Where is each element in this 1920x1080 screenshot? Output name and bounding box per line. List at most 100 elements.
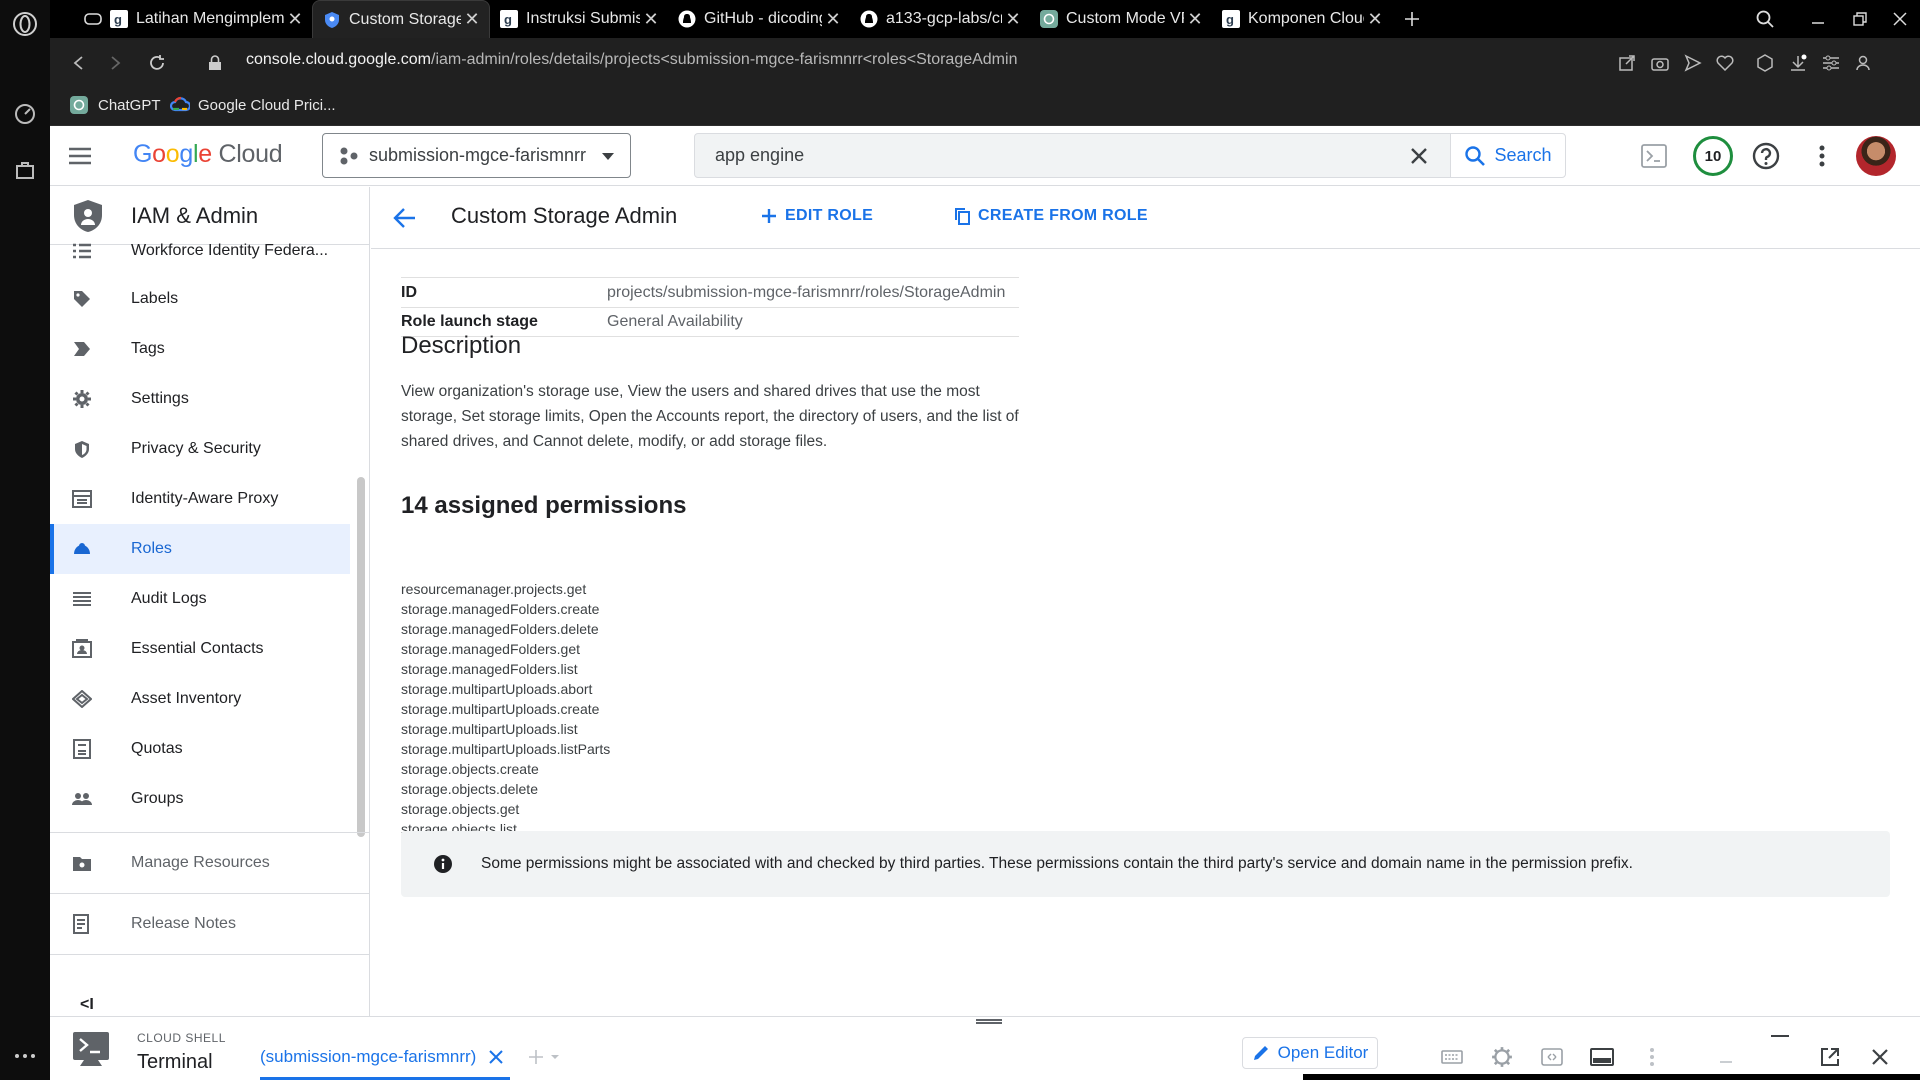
sidebar-item-quotas[interactable]: Quotas	[50, 724, 350, 774]
sidebar-item-workforce-identity[interactable]: Workforce Identity Federa...	[50, 233, 350, 269]
project-selector[interactable]: submission-mgce-farismnrr	[322, 133, 631, 178]
sidebar-item-tags[interactable]: Tags	[50, 324, 350, 374]
sidebar-item-labels[interactable]: Labels	[50, 274, 350, 324]
download-icon[interactable]	[1785, 50, 1811, 76]
address-bar: console.cloud.google.com/iam-admin/roles…	[50, 38, 1920, 88]
google-cloud-logo[interactable]: Google Cloud	[133, 140, 283, 169]
more-vert-icon[interactable]	[1807, 141, 1837, 171]
sidebar-item-privacy-security[interactable]: Privacy & Security	[50, 424, 350, 474]
add-session-icon[interactable]	[528, 1049, 550, 1071]
minimize-window-icon[interactable]	[1798, 0, 1838, 38]
cloud-shell-bar: CLOUD SHELL Terminal (submission-mgce-fa…	[50, 1016, 1920, 1080]
close-tab-icon[interactable]: ✕	[1184, 9, 1206, 30]
close-tab-icon[interactable]: ✕	[822, 9, 844, 30]
share-icon[interactable]	[1614, 50, 1640, 76]
close-tab-icon[interactable]: ✕	[284, 9, 306, 30]
contact-icon	[70, 637, 94, 661]
forward-icon[interactable]	[100, 48, 130, 78]
info-icon	[433, 854, 453, 874]
dicoding-icon: g	[110, 10, 128, 28]
avatar[interactable]	[1856, 136, 1896, 176]
sidebar-item-audit-logs[interactable]: Audit Logs	[50, 574, 350, 624]
layout-icon[interactable]	[1589, 1045, 1615, 1069]
close-tab-icon[interactable]: ✕	[1002, 9, 1024, 30]
copy-icon	[955, 208, 970, 225]
logo-letter: o	[152, 140, 166, 168]
close-tab-icon[interactable]: ✕	[640, 9, 662, 30]
close-tab-icon[interactable]: ✕	[1364, 9, 1386, 30]
session-dropdown-icon[interactable]	[550, 1049, 572, 1071]
manage-resources-link[interactable]: Manage Resources	[50, 834, 370, 892]
keyboard-icon[interactable]	[1439, 1045, 1465, 1069]
tab-custom-mode-vpc[interactable]: Custom Mode VPC Net ✕	[1030, 0, 1212, 38]
sidebar-item-settings[interactable]: Settings	[50, 374, 350, 424]
tab-github-dicoding[interactable]: GitHub - dicodingacad ✕	[668, 0, 850, 38]
url-field[interactable]: console.cloud.google.com/iam-admin/roles…	[246, 51, 1017, 69]
snapshot-icon[interactable]	[1647, 50, 1673, 76]
hamburger-menu-icon[interactable]	[66, 142, 94, 170]
open-editor-button[interactable]: Open Editor	[1242, 1037, 1378, 1069]
restore-window-icon[interactable]	[1840, 0, 1880, 38]
easy-setup-icon[interactable]	[1818, 50, 1844, 76]
bookmark-google-cloud-pricing[interactable]: Google Cloud Prici...	[169, 96, 336, 114]
tab-instruksi[interactable]: g Instruksi Submission Pr ✕	[490, 0, 668, 38]
shell-session-tab[interactable]: (submission-mgce-farismnrr)	[260, 1047, 510, 1080]
profile-icon[interactable]	[1850, 50, 1876, 76]
cloud-shell-icon[interactable]	[1639, 141, 1669, 171]
more-options-icon[interactable]	[9, 1040, 41, 1072]
notifications-badge[interactable]: 10	[1693, 136, 1733, 176]
settings-gear-icon[interactable]	[1489, 1045, 1515, 1069]
dicoding-icon: g	[500, 10, 518, 28]
web-preview-icon[interactable]	[1539, 1045, 1565, 1069]
workspace-icon[interactable]	[9, 154, 41, 186]
clear-search-icon[interactable]	[1408, 145, 1430, 167]
sidebar-item-roles[interactable]: Roles	[50, 524, 350, 574]
close-shell-icon[interactable]	[1867, 1045, 1893, 1069]
tab-title: Instruksi Submission Pr	[526, 10, 640, 27]
google-cloud-icon	[169, 96, 192, 114]
new-tab-icon[interactable]	[1392, 0, 1432, 38]
bookmark-chatgpt[interactable]: ChatGPT	[70, 96, 161, 114]
search-input[interactable]: app engine	[694, 133, 1454, 178]
sidebar-item-label: Workforce Identity Federa...	[131, 242, 329, 259]
sidebar-item-label: Tags	[131, 340, 165, 357]
resize-handle[interactable]	[976, 1019, 1002, 1024]
gcp-console-page: Google Cloud submission-mgce-farismnrr a…	[50, 126, 1920, 1080]
reload-icon[interactable]	[142, 48, 172, 78]
edit-role-button[interactable]: EDIT ROLE	[761, 207, 873, 225]
sidebar-item-essential-contacts[interactable]: Essential Contacts	[50, 624, 350, 674]
help-icon[interactable]	[1751, 141, 1781, 171]
more-vert-icon[interactable]	[1639, 1045, 1665, 1069]
minimize-shell-icon[interactable]	[1713, 1045, 1739, 1069]
create-from-role-button[interactable]: CREATE FROM ROLE	[954, 207, 1148, 225]
speed-dial-icon[interactable]	[9, 98, 41, 130]
tab-latihan[interactable]: g Latihan Mengimplemen ✕	[100, 0, 312, 38]
send-icon[interactable]	[1680, 50, 1706, 76]
sidebar-item-groups[interactable]: Groups	[50, 774, 350, 824]
logo-cloud: Cloud	[218, 140, 283, 168]
lock-icon[interactable]	[200, 48, 230, 78]
sidebar-scrollbar[interactable]	[357, 477, 365, 837]
pencil-icon	[1253, 1046, 1268, 1060]
open-new-window-icon[interactable]	[1817, 1045, 1843, 1069]
close-session-icon[interactable]	[488, 1049, 510, 1071]
tab-custom-storage-admin[interactable]: Custom Storage Admin ✕	[312, 0, 490, 38]
manage-resources-label: Manage Resources	[131, 854, 270, 871]
sidebar-item-asset-inventory[interactable]: Asset Inventory	[50, 674, 350, 724]
back-icon[interactable]	[64, 48, 94, 78]
close-tab-icon[interactable]: ✕	[461, 9, 483, 30]
tab-a133-gcp-labs[interactable]: a133-gcp-labs/create_t ✕	[850, 0, 1030, 38]
tab-search-icon[interactable]	[1745, 0, 1785, 38]
sidebar-item-identity-aware-proxy[interactable]: Identity-Aware Proxy	[50, 474, 350, 524]
extensions-icon[interactable]	[1752, 50, 1778, 76]
back-arrow-icon[interactable]	[391, 204, 419, 232]
search-button[interactable]: Search	[1450, 133, 1566, 178]
tab-komponen-cloud-iam[interactable]: g Komponen Cloud IAM: ✕	[1212, 0, 1392, 38]
restore-shell-icon[interactable]	[1767, 1029, 1793, 1053]
close-window-icon[interactable]	[1880, 0, 1920, 38]
collapse-nav-icon: <I	[80, 996, 94, 1013]
opera-logo-icon[interactable]	[9, 8, 41, 40]
release-notes-link[interactable]: Release Notes	[50, 895, 370, 953]
terminal-icon	[72, 1031, 110, 1067]
heart-icon[interactable]	[1712, 50, 1738, 76]
